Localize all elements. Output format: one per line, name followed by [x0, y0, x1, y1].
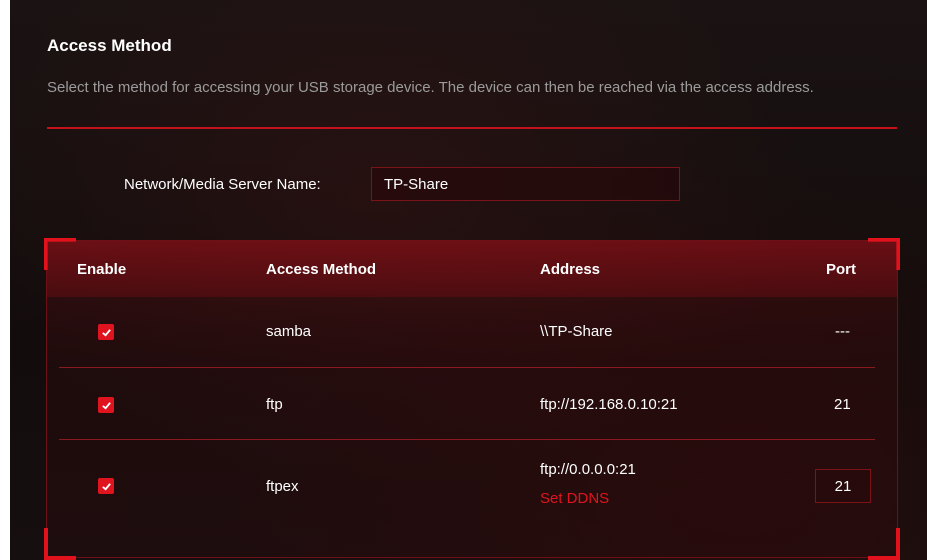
section-divider: [47, 127, 897, 129]
header-access-method: Access Method: [266, 261, 377, 278]
table-row: ftp ftp://192.168.0.10:21 21: [47, 367, 897, 440]
enable-checkbox-ftpex[interactable]: [98, 478, 114, 494]
set-ddns-link[interactable]: Set DDNS: [540, 490, 609, 507]
check-icon: [101, 401, 111, 410]
address-cell: ftp://192.168.0.10:21: [540, 396, 678, 413]
method-cell: ftpex: [266, 478, 299, 495]
check-icon: [101, 482, 111, 491]
section-title: Access Method: [47, 36, 172, 55]
section-description: Select the method for accessing your USB…: [47, 79, 814, 96]
header-enable: Enable: [77, 261, 127, 278]
port-cell: ---: [835, 323, 850, 340]
table-row: ftpex ftp://0.0.0.0:21 Set DDNS: [47, 439, 897, 549]
address-cell: \\TP-Share: [540, 323, 613, 340]
server-name-input[interactable]: [371, 167, 680, 201]
header-address: Address: [540, 261, 601, 278]
enable-checkbox-ftp[interactable]: [98, 397, 114, 413]
enable-checkbox-samba[interactable]: [98, 324, 114, 340]
header-port: Port: [826, 261, 856, 278]
table-header: Enable Access Method Address Port: [47, 241, 897, 297]
check-icon: [101, 328, 111, 337]
address-cell: ftp://0.0.0.0:21: [540, 461, 636, 478]
access-method-panel: Access Method Select the method for acce…: [10, 0, 927, 560]
port-cell: 21: [834, 396, 851, 413]
ftpex-port-input[interactable]: [815, 469, 871, 503]
method-cell: ftp: [266, 396, 283, 413]
table-row: samba \\TP-Share ---: [47, 297, 897, 368]
method-cell: samba: [266, 323, 312, 340]
access-method-table: Enable Access Method Address Port samba …: [44, 238, 900, 560]
server-name-label: Network/Media Server Name:: [124, 176, 321, 193]
